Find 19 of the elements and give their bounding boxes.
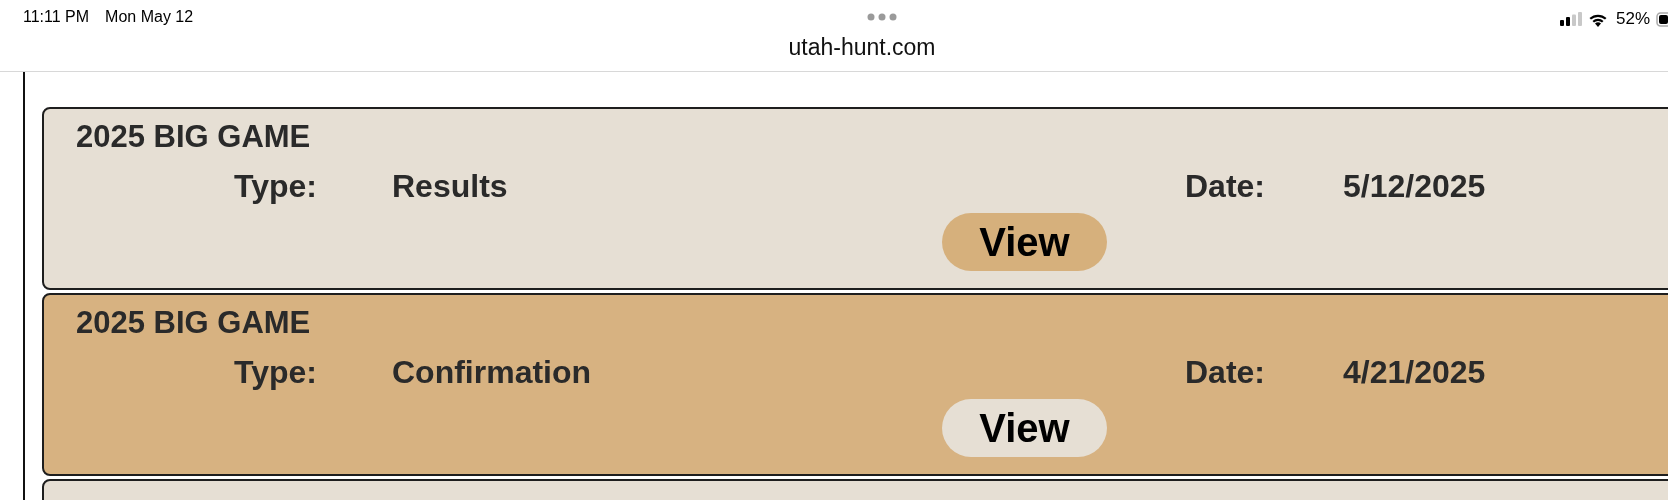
signal-icon [1559, 12, 1582, 26]
battery-percent: 52% [1615, 9, 1650, 29]
view-button[interactable]: View [942, 399, 1107, 457]
date-value: 4/21/2025 [1343, 353, 1486, 391]
card-title: 2025 BIG GAME [76, 305, 312, 341]
status-date: Mon May 12 [105, 8, 194, 26]
type-label: Type: [234, 353, 318, 391]
type-label: Type: [234, 167, 318, 205]
date-value: 5/12/2025 [1343, 167, 1486, 205]
date-label: Date: [1185, 167, 1266, 205]
type-value: Results [392, 167, 509, 205]
url-text[interactable]: utah-hunt.com [56, 34, 1668, 61]
battery-icon [1656, 11, 1668, 27]
type-value: Confirmation [392, 353, 593, 391]
status-time: 11:11 PM [23, 8, 90, 26]
view-button[interactable]: View [942, 213, 1107, 271]
card-title: 2025 BIG GAME [76, 119, 312, 155]
date-label: Date: [1185, 353, 1266, 391]
more-icon[interactable] [867, 13, 897, 21]
